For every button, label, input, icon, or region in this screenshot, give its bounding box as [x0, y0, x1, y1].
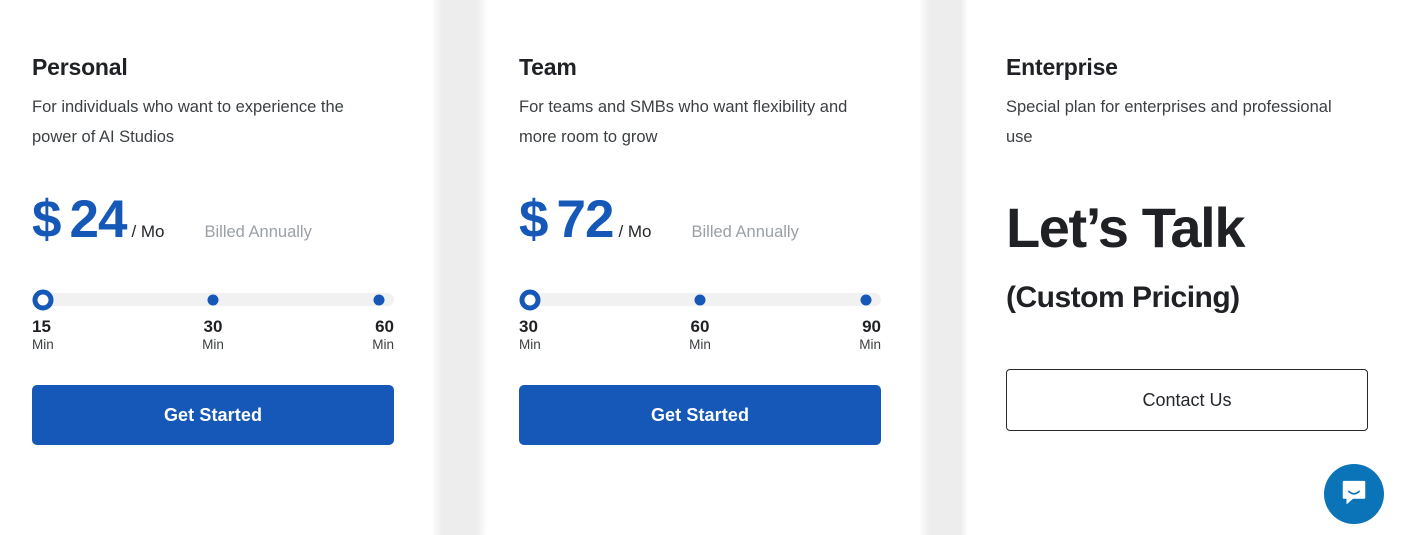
slider-tick-dot-end-team[interactable] — [860, 294, 872, 305]
slider-labels-team: 30 Min 60 Min 90 Min — [519, 317, 881, 361]
enterprise-subheadline: (Custom Pricing) — [1006, 281, 1240, 314]
pricing-card-enterprise: Enterprise Special plan for enterprises … — [968, 0, 1401, 535]
price-amount-personal: $24 — [32, 190, 127, 249]
slider-label-2-personal: 60 Min — [372, 317, 394, 354]
slider-handle-personal[interactable] — [32, 289, 54, 310]
slider-label-value: 60 — [690, 317, 710, 336]
chat-launcher-button[interactable] — [1324, 464, 1384, 524]
plan-title-enterprise: Enterprise — [1006, 54, 1118, 80]
column-separator-right — [920, 0, 968, 535]
slider-label-unit: Min — [202, 337, 224, 352]
plan-description-team: For teams and SMBs who want flexibility … — [519, 98, 848, 146]
get-started-button-personal[interactable]: Get Started — [32, 385, 394, 445]
slider-label-value: 60 — [375, 317, 394, 336]
slider-label-1-personal: 30 Min — [202, 317, 224, 354]
slider-label-unit: Min — [689, 337, 711, 352]
currency-symbol-personal: $ — [32, 190, 62, 249]
slider-label-unit: Min — [32, 337, 54, 352]
slider-handle-team[interactable] — [519, 289, 541, 310]
slider-label-2-team: 90 Min — [859, 317, 881, 354]
slider-label-unit: Min — [372, 337, 394, 352]
slider-label-unit: Min — [859, 337, 881, 352]
slider-tick-dot-mid-personal[interactable] — [207, 294, 219, 305]
slider-label-value: 30 — [519, 317, 538, 336]
slider-label-value: 90 — [862, 317, 881, 336]
slider-label-value: 15 — [32, 317, 51, 336]
pricing-card-team: Team For teams and SMBs who want flexibi… — [487, 0, 920, 535]
duration-slider-personal[interactable]: 15 Min 30 Min 60 Min — [32, 289, 394, 361]
slider-label-0-personal: 15 Min — [32, 317, 54, 354]
slider-labels-personal: 15 Min 30 Min 60 Min — [32, 317, 394, 361]
price-value-personal: 24 — [69, 190, 127, 249]
slider-tick-dot-mid-team[interactable] — [694, 294, 706, 305]
duration-slider-team[interactable]: 30 Min 60 Min 90 Min — [519, 289, 881, 361]
slider-tick-dot-end-personal[interactable] — [373, 294, 385, 305]
plan-title-team: Team — [519, 54, 577, 80]
plan-description-personal: For individuals who want to experience t… — [32, 98, 344, 146]
slider-label-unit: Min — [519, 337, 541, 352]
slider-label-0-team: 30 Min — [519, 317, 541, 354]
price-period-personal: / Mo — [131, 222, 165, 241]
currency-symbol-team: $ — [519, 190, 549, 249]
price-value-team: 72 — [556, 190, 614, 249]
chat-bubble-icon — [1342, 480, 1366, 505]
get-started-button-team[interactable]: Get Started — [519, 385, 881, 445]
price-amount-team: $72 — [519, 190, 614, 249]
slider-label-value: 30 — [203, 317, 223, 336]
slider-track-team[interactable] — [519, 289, 881, 310]
billing-note-personal: Billed Annually — [204, 223, 312, 241]
price-row-personal: $24 / Mo Billed Annually — [32, 193, 394, 246]
price-row-team: $72 / Mo Billed Annually — [519, 193, 881, 246]
column-separator-left — [433, 0, 487, 535]
contact-us-button[interactable]: Contact Us — [1006, 369, 1368, 431]
price-period-team: / Mo — [618, 222, 652, 241]
pricing-card-personal: Personal For individuals who want to exp… — [0, 0, 433, 535]
enterprise-headline: Let’s Talk — [1006, 196, 1245, 259]
slider-track-personal[interactable] — [32, 289, 394, 310]
billing-note-team: Billed Annually — [691, 223, 799, 241]
plan-title-personal: Personal — [32, 54, 128, 80]
slider-label-1-team: 60 Min — [689, 317, 711, 354]
plan-description-enterprise: Special plan for enterprises and profess… — [1006, 98, 1332, 146]
